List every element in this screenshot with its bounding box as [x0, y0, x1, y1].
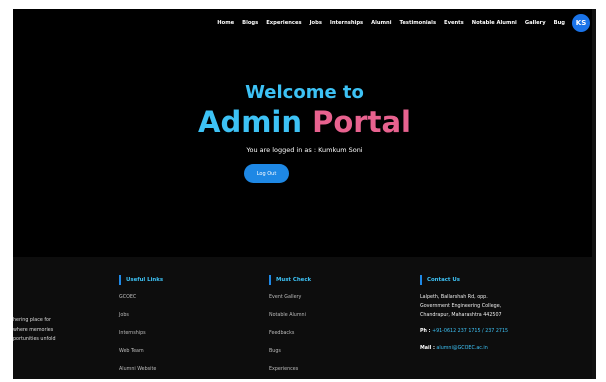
- must-check-column: Must Check Event Gallery Notable Alumni …: [269, 275, 311, 379]
- useful-links-column: Useful Links GCOEC Jobs Internships Web …: [119, 275, 163, 379]
- link-web-team[interactable]: Web Team: [119, 347, 163, 365]
- title-admin: Admin: [198, 105, 303, 139]
- tagline-line: hering place for: [13, 318, 51, 323]
- link-bugs[interactable]: Bugs: [269, 347, 311, 365]
- welcome-heading: Welcome to: [245, 82, 364, 103]
- footer-tagline: hering place for where memories portunit…: [13, 316, 56, 345]
- link-internships[interactable]: Internships: [119, 329, 163, 347]
- must-check-heading: Must Check: [269, 275, 311, 285]
- address-line: Government Engineering College,: [420, 304, 502, 309]
- address-line: Lalpeth, Ballarshah Rd, opp.: [420, 295, 488, 300]
- contact-column: Contact Us Lalpeth, Ballarshah Rd, opp. …: [420, 275, 508, 353]
- mail-label: Mail :: [420, 346, 435, 351]
- link-notable-alumni[interactable]: Notable Alumni: [269, 311, 311, 329]
- tagline-line: portunities unfold: [13, 337, 56, 342]
- tagline-line: where memories: [13, 327, 54, 333]
- address-line: Chandrapur, Maharashtra 442507: [420, 313, 502, 318]
- footer: hering place for where memories portunit…: [13, 257, 596, 379]
- page-title: Admin Portal: [13, 105, 596, 139]
- mail-line: Mail : alumni@GCOEC.ac.in: [420, 344, 508, 353]
- scrollbar[interactable]: [592, 9, 596, 379]
- link-alumni-website[interactable]: Alumni Website: [119, 365, 163, 379]
- link-feedbacks[interactable]: Feedbacks: [269, 329, 311, 347]
- phone-label: Ph :: [420, 329, 431, 334]
- link-jobs[interactable]: Jobs: [119, 311, 163, 329]
- phone-value[interactable]: +91-0612 237 1715 / 237 2715: [432, 329, 508, 334]
- mail-value[interactable]: alumni@GCOEC.ac.in: [436, 346, 487, 351]
- title-portal: Portal: [312, 105, 411, 139]
- app-frame: Home Blogs Experiences Jobs Internships …: [13, 9, 596, 379]
- link-experiences[interactable]: Experiences: [269, 365, 311, 379]
- link-event-gallery[interactable]: Event Gallery: [269, 293, 311, 311]
- phone-line: Ph : +91-0612 237 1715 / 237 2715: [420, 327, 508, 336]
- hero-section: Welcome to Admin Portal You are logged i…: [13, 9, 596, 259]
- contact-heading: Contact Us: [420, 275, 508, 285]
- logged-in-text: You are logged in as : Kumkum Soni: [246, 146, 363, 154]
- logout-button[interactable]: Log Out: [244, 164, 289, 183]
- useful-links-heading: Useful Links: [119, 275, 163, 285]
- link-gcoec[interactable]: GCOEC: [119, 293, 163, 311]
